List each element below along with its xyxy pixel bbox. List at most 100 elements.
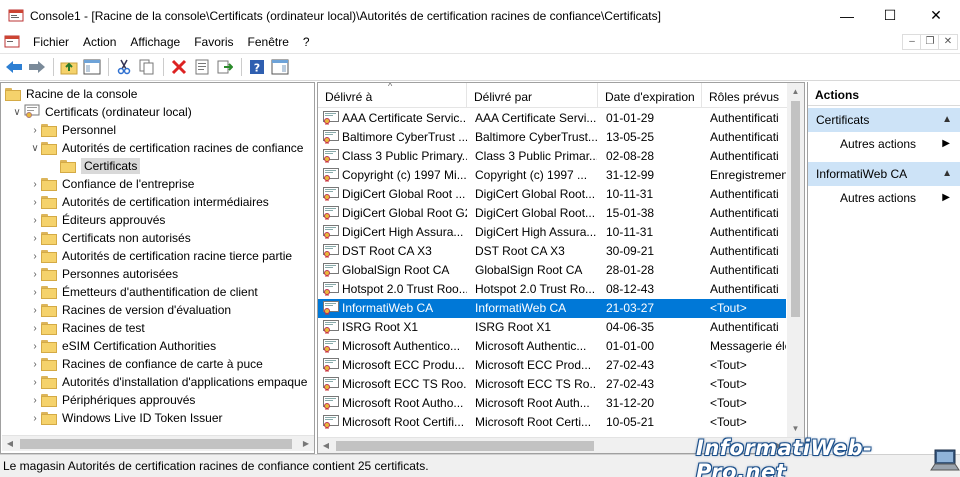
tree-item[interactable]: › Personnes autorisées — [29, 265, 178, 283]
collapse-icon[interactable]: ▲ — [942, 108, 952, 132]
tree-item[interactable]: › Certificats non autorisés — [29, 229, 190, 247]
scrollbar-thumb[interactable] — [20, 439, 292, 449]
forward-icon[interactable] — [27, 57, 47, 77]
cell-issued-by: Microsoft ECC TS Ro... — [475, 377, 597, 391]
list-vertical-scrollbar[interactable]: ▲ ▼ — [787, 83, 804, 437]
collapsed-chevron-icon[interactable]: › — [29, 373, 41, 391]
menu-action[interactable]: Action — [76, 31, 123, 53]
list-header: ^ Délivré à Délivré par Date d'expiratio… — [318, 83, 804, 108]
mdi-close-button[interactable]: ✕ — [938, 34, 958, 50]
certificate-row[interactable]: DigiCert High Assura... DigiCert High Ass… — [318, 223, 786, 242]
tree-item[interactable]: ∨ Certificats (ordinateur local) — [11, 103, 192, 121]
up-folder-icon[interactable] — [59, 57, 79, 77]
certificate-row[interactable]: AAA Certificate Servic... AAA Certificate… — [318, 109, 786, 128]
tree-item[interactable]: › Émetteurs d'authentification de client — [29, 283, 257, 301]
collapsed-chevron-icon[interactable]: › — [29, 121, 41, 139]
scroll-down-icon[interactable]: ▼ — [787, 420, 804, 437]
certificate-row[interactable]: Microsoft ECC Produ... Microsoft ECC Prod… — [318, 356, 786, 375]
maximize-button[interactable]: ☐ — [867, 0, 913, 31]
action-more-actions-certificats[interactable]: Autres actions ▶ — [808, 132, 960, 156]
collapsed-chevron-icon[interactable]: › — [29, 391, 41, 409]
mdi-minimize-button[interactable]: – — [902, 34, 922, 50]
collapse-icon[interactable]: ▲ — [942, 162, 952, 186]
certificate-row[interactable]: Microsoft Root Autho... Microsoft Root Au… — [318, 394, 786, 413]
collapsed-chevron-icon[interactable]: › — [29, 355, 41, 373]
copy-icon[interactable] — [137, 57, 157, 77]
certificate-row[interactable]: Hotspot 2.0 Trust Roo... Hotspot 2.0 Trus… — [318, 280, 786, 299]
collapsed-chevron-icon[interactable]: › — [29, 319, 41, 337]
certificate-row[interactable]: DigiCert Global Root G2 DigiCert Global R… — [318, 204, 786, 223]
tree-item-label: Personnes autorisées — [62, 267, 179, 281]
collapsed-chevron-icon[interactable]: › — [29, 247, 41, 265]
show-hide-action-pane-icon[interactable] — [270, 57, 290, 77]
export-icon[interactable] — [215, 57, 235, 77]
expanded-chevron-icon[interactable]: ∨ — [11, 103, 23, 121]
menu-favoris[interactable]: Favoris — [187, 31, 240, 53]
collapsed-chevron-icon[interactable]: › — [29, 265, 41, 283]
tree-item[interactable]: Certificats — [48, 157, 141, 175]
close-button[interactable]: ✕ — [913, 0, 959, 31]
tree-item[interactable]: › Racines de test — [29, 319, 144, 337]
expanded-chevron-icon[interactable]: ∨ — [29, 139, 41, 157]
certificate-row[interactable]: Microsoft ECC TS Roo... Microsoft ECC TS … — [318, 375, 786, 394]
show-hide-tree-icon[interactable] — [82, 57, 102, 77]
certificate-row[interactable]: Baltimore CyberTrust ... Baltimore CyberT… — [318, 128, 786, 147]
actions-section-certificats[interactable]: Certificats ▲ — [808, 108, 960, 132]
scrollbar-thumb[interactable] — [336, 441, 594, 451]
scroll-up-icon[interactable]: ▲ — [787, 83, 804, 100]
action-more-actions-informatiweb-ca[interactable]: Autres actions ▶ — [808, 186, 960, 210]
tree-item[interactable]: › Personnel — [29, 121, 116, 139]
column-header-roles[interactable]: Rôles prévus — [702, 83, 792, 108]
tree-item[interactable]: › Autorités de certification racine tierc… — [29, 247, 292, 265]
scroll-left-icon[interactable]: ◀ — [2, 436, 18, 452]
menu-help[interactable]: ? — [296, 31, 317, 53]
collapsed-chevron-icon[interactable]: › — [29, 283, 41, 301]
cut-icon[interactable] — [114, 57, 134, 77]
certificate-row[interactable]: DigiCert Global Root ... DigiCert Global … — [318, 185, 786, 204]
certificate-row[interactable]: GlobalSign Root CA GlobalSign Root CA 28-0… — [318, 261, 786, 280]
collapsed-chevron-icon[interactable]: › — [29, 193, 41, 211]
collapsed-chevron-icon[interactable]: › — [29, 211, 41, 229]
tree-item[interactable]: › Autorités d'installation d'applications… — [29, 373, 307, 391]
scroll-left-icon[interactable]: ◀ — [318, 438, 334, 453]
properties-icon[interactable] — [192, 57, 212, 77]
tree-item[interactable]: › Racines de confiance de carte à puce — [29, 355, 262, 373]
tree-item[interactable]: › Windows Live ID Token Issuer — [29, 409, 222, 427]
certificate-row[interactable]: ISRG Root X1 ISRG Root X1 04-06-35 Authenti… — [318, 318, 786, 337]
minimize-button[interactable]: — — [824, 0, 870, 31]
tree-item[interactable]: › eSIM Certification Authorities — [29, 337, 216, 355]
certificate-row[interactable]: Microsoft Root Certifi... Microsoft Root … — [318, 413, 786, 432]
delete-icon[interactable] — [169, 57, 189, 77]
menu-fichier[interactable]: Fichier — [26, 31, 76, 53]
certificate-row[interactable]: DST Root CA X3 DST Root CA X3 30-09-21 Auth… — [318, 242, 786, 261]
certificate-row[interactable]: Copyright (c) 1997 Mi... Copyright (c) 19… — [318, 166, 786, 185]
tree-item[interactable]: › Périphériques approuvés — [29, 391, 195, 409]
document-window-icon[interactable] — [4, 34, 20, 50]
collapsed-chevron-icon[interactable]: › — [29, 229, 41, 247]
menu-affichage[interactable]: Affichage — [123, 31, 187, 53]
back-icon[interactable] — [4, 57, 24, 77]
column-header-issued-to[interactable]: Délivré à — [318, 83, 467, 108]
mdi-restore-button[interactable]: ❐ — [920, 34, 940, 50]
help-icon[interactable]: ? — [247, 57, 267, 77]
collapsed-chevron-icon[interactable]: › — [29, 337, 41, 355]
collapsed-chevron-icon[interactable]: › — [29, 301, 41, 319]
scroll-right-icon[interactable]: ▶ — [298, 436, 314, 452]
tree-item[interactable]: › Confiance de l'entreprise — [29, 175, 194, 193]
collapsed-chevron-icon[interactable]: › — [29, 409, 41, 427]
tree-item[interactable]: Racine de la console — [5, 85, 137, 103]
column-header-issued-by[interactable]: Délivré par — [467, 83, 598, 108]
tree-item[interactable]: ∨ Autorités de certification racines de c… — [29, 139, 303, 157]
actions-section-informatiweb-ca[interactable]: InformatiWeb CA ▲ — [808, 162, 960, 186]
column-header-expiration[interactable]: Date d'expiration — [598, 83, 702, 108]
tree-item[interactable]: › Autorités de certification intermédiair… — [29, 193, 268, 211]
certificate-row[interactable]: InformatiWeb CA InformatiWeb CA 21-03-27 <T… — [318, 299, 786, 318]
tree-item[interactable]: › Éditeurs approuvés — [29, 211, 165, 229]
collapsed-chevron-icon[interactable]: › — [29, 175, 41, 193]
certificate-row[interactable]: Class 3 Public Primary... Class 3 Public … — [318, 147, 786, 166]
tree-horizontal-scrollbar[interactable]: ◀ ▶ — [2, 435, 314, 451]
certificate-row[interactable]: Microsoft Authentico... Microsoft Authent… — [318, 337, 786, 356]
menu-fenetre[interactable]: Fenêtre — [241, 31, 296, 53]
tree-item[interactable]: › Racines de version d'évaluation — [29, 301, 231, 319]
scrollbar-thumb[interactable] — [791, 101, 800, 317]
